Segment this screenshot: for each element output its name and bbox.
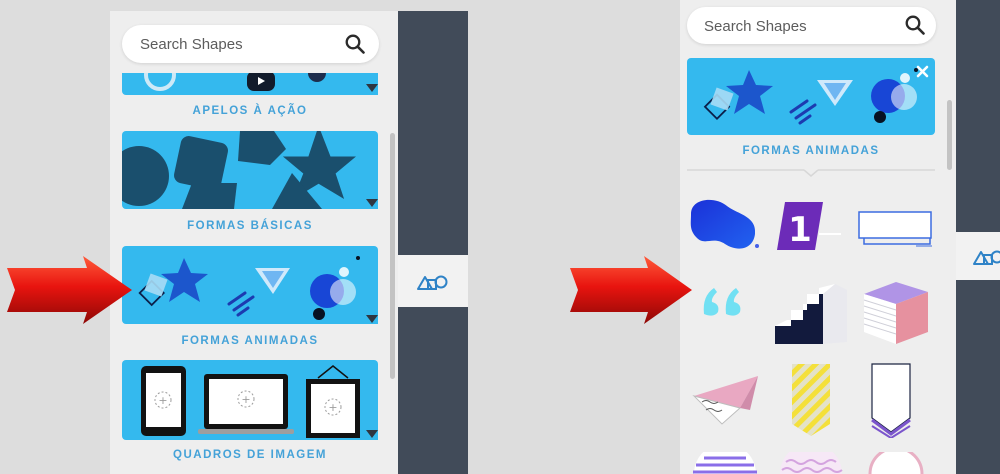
search-input[interactable]: Search Shapes — [122, 25, 379, 63]
left-shapes-panel: Search Shapes APELOS À AÇÃO FORMAS BÁSIC… — [110, 11, 400, 474]
category-label[interactable]: QUADROS DE IMAGEM — [122, 449, 378, 461]
shape-tile-pyramid[interactable] — [692, 370, 762, 430]
shapes-tab-icon — [417, 275, 448, 290]
red-arrow — [7, 256, 132, 324]
shape-tile-stack[interactable] — [860, 280, 930, 348]
shape-tile-number-one[interactable]: 1 — [775, 200, 845, 252]
card-expand-triangle[interactable] — [366, 199, 378, 207]
close-icon[interactable] — [916, 65, 929, 78]
card-expand-triangle[interactable] — [366, 84, 378, 92]
shape-tile-quote-marks[interactable] — [700, 284, 750, 322]
shape-tile-striped-banner[interactable] — [786, 362, 836, 438]
card-expand-triangle[interactable] — [366, 430, 378, 438]
right-shapes-panel: Search Shapes FORMAS ANIMADAS 1 — [680, 0, 956, 474]
category-card-animated-shapes[interactable] — [122, 246, 378, 324]
category-label[interactable]: APELOS À AÇÃO — [122, 105, 378, 117]
category-label[interactable]: FORMAS ANIMADAS — [122, 335, 378, 347]
divider — [687, 169, 935, 177]
shape-tile-stairs[interactable] — [773, 280, 849, 348]
search-icon[interactable] — [905, 15, 925, 35]
svg-text:+: + — [328, 401, 337, 414]
search-placeholder: Search Shapes — [140, 36, 243, 53]
selected-category-label: FORMAS ANIMADAS — [742, 145, 880, 157]
editor-canvas-area — [398, 307, 468, 474]
svg-text:+: + — [241, 393, 250, 406]
category-card-calls-to-action[interactable] — [122, 73, 378, 95]
search-placeholder: Search Shapes — [704, 18, 807, 35]
scrollbar-thumb[interactable] — [390, 133, 395, 379]
category-card-basic-shapes[interactable] — [122, 131, 378, 209]
shapes-tab[interactable] — [398, 255, 468, 307]
editor-canvas-area — [398, 11, 468, 255]
shape-tile-wave-circle[interactable] — [776, 452, 846, 474]
editor-canvas-area — [956, 0, 1000, 232]
image-frames-thumbnail: + + + — [141, 365, 360, 438]
card-expand-triangle[interactable] — [366, 315, 378, 323]
shape-tile-shield-banner[interactable] — [866, 362, 916, 438]
svg-text:1: 1 — [788, 210, 812, 250]
category-label[interactable]: FORMAS BÁSICAS — [122, 220, 378, 232]
shape-tile-striped-circle[interactable] — [690, 452, 760, 474]
category-card-image-frames[interactable]: + + + — [122, 360, 378, 440]
search-input[interactable]: Search Shapes — [687, 7, 936, 44]
search-icon[interactable] — [345, 34, 365, 54]
editor-canvas-area — [956, 280, 1000, 474]
selected-category-card[interactable] — [687, 58, 935, 135]
animated-shapes-thumbnail — [703, 68, 918, 125]
svg-text:+: + — [158, 394, 167, 407]
shapes-tab-icon — [973, 250, 1000, 265]
basic-shapes-thumbnail — [122, 131, 357, 209]
animated-shapes-thumbnail — [138, 256, 360, 320]
shapes-tab[interactable] — [956, 232, 1000, 280]
red-arrow — [570, 256, 692, 324]
shape-tile-rectangle-frame[interactable] — [856, 208, 936, 248]
shape-tile-ring[interactable] — [866, 452, 926, 474]
call-to-action-thumbnail — [144, 73, 326, 91]
scrollbar-thumb[interactable] — [947, 100, 952, 170]
shape-tile-blob[interactable] — [685, 196, 761, 252]
